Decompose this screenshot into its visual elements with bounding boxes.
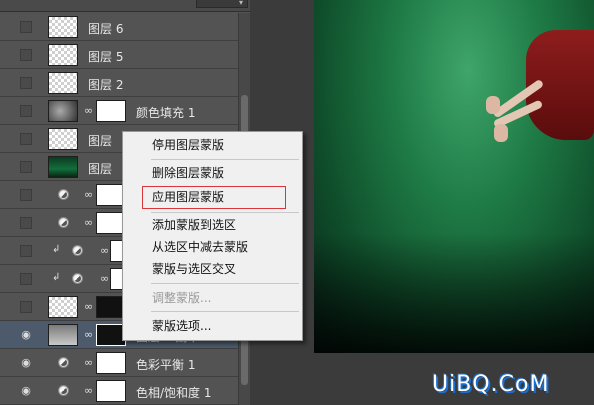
- eye-icon[interactable]: ◉: [18, 383, 34, 399]
- layer-name: 图层: [88, 162, 113, 176]
- menu-item-add-mask-to-selection[interactable]: 添加蒙版到选区: [123, 215, 302, 235]
- layer-name: 图层 2: [88, 78, 124, 92]
- mask-thumbnail[interactable]: [96, 100, 126, 122]
- visibility-toggle[interactable]: [20, 189, 32, 201]
- adjustment-layer-icon: [58, 217, 69, 228]
- link-icon[interactable]: ∞: [84, 104, 93, 118]
- layer-thumbnail: [48, 44, 78, 66]
- layer-thumbnail: [48, 100, 78, 122]
- menu-separator: [151, 159, 299, 160]
- link-icon[interactable]: ∞: [84, 384, 93, 398]
- link-icon[interactable]: ∞: [100, 244, 109, 258]
- layer-name: 图层 5: [88, 50, 124, 64]
- menu-item-intersect-mask-with-selection[interactable]: 蒙版与选区交叉: [123, 259, 302, 279]
- layer-name: 颜色填充 1: [136, 106, 196, 120]
- link-icon[interactable]: ∞: [84, 356, 93, 370]
- visibility-toggle[interactable]: [20, 217, 32, 229]
- adjustment-layer-icon: [58, 189, 69, 200]
- layer-thumbnail: [48, 296, 78, 318]
- mask-thumbnail[interactable]: [96, 380, 126, 402]
- visibility-toggle[interactable]: [20, 301, 32, 313]
- menu-item-subtract-mask-from-selection[interactable]: 从选区中减去蒙版: [123, 237, 302, 257]
- clip-arrow-icon: ↲: [52, 244, 61, 255]
- panel-top-bar: ▾: [0, 0, 250, 12]
- hand-shape: [486, 96, 500, 114]
- visibility-toggle[interactable]: [20, 273, 32, 285]
- link-icon[interactable]: ∞: [84, 328, 93, 342]
- document-canvas[interactable]: [314, 0, 594, 353]
- visibility-toggle[interactable]: [20, 133, 32, 145]
- figure-image: [484, 0, 594, 160]
- layer-row[interactable]: ◉ ∞ 色相/饱和度 1: [0, 377, 238, 405]
- visibility-toggle[interactable]: [20, 245, 32, 257]
- site-watermark: UiBQ.CoM: [432, 372, 550, 397]
- menu-item-disable-mask[interactable]: 停用图层蒙版: [123, 135, 302, 155]
- layer-row[interactable]: ◉ ∞ 色彩平衡 1: [0, 349, 238, 377]
- layer-name: 图层 6: [88, 22, 124, 36]
- visibility-toggle[interactable]: [20, 77, 32, 89]
- mask-context-menu: 停用图层蒙版 删除图层蒙版 应用图层蒙版 添加蒙版到选区 从选区中减去蒙版 蒙版…: [122, 131, 303, 341]
- adjustment-layer-icon: [58, 385, 69, 396]
- layer-row[interactable]: 图层 6: [0, 13, 238, 41]
- hand-shape: [494, 124, 508, 142]
- layer-name: 图层: [88, 134, 113, 148]
- layer-row[interactable]: 图层 2: [0, 69, 238, 97]
- menu-separator: [151, 283, 299, 284]
- link-icon[interactable]: ∞: [84, 188, 93, 202]
- adjustment-layer-icon: [72, 273, 83, 284]
- visibility-toggle[interactable]: [20, 161, 32, 173]
- layer-thumbnail: [48, 324, 78, 346]
- menu-item-apply-mask[interactable]: 应用图层蒙版: [123, 187, 302, 207]
- adjustment-layer-icon: [58, 357, 69, 368]
- menu-separator: [151, 311, 299, 312]
- adjustment-layer-icon: [72, 245, 83, 256]
- chevron-down-icon: ▾: [238, 0, 243, 7]
- link-icon[interactable]: ∞: [84, 216, 93, 230]
- layer-thumbnail: [48, 72, 78, 94]
- link-icon[interactable]: ∞: [100, 272, 109, 286]
- menu-item-mask-options[interactable]: 蒙版选项...: [123, 316, 302, 336]
- visibility-toggle[interactable]: [20, 105, 32, 117]
- layer-row[interactable]: 图层 5: [0, 41, 238, 69]
- layer-thumbnail: [48, 128, 78, 150]
- layer-name: 色彩平衡 1: [136, 358, 196, 372]
- menu-item-refine-mask: 调整蒙版...: [152, 291, 212, 305]
- layer-thumbnail: [48, 156, 78, 178]
- opacity-field[interactable]: ▾: [196, 0, 248, 8]
- eye-icon[interactable]: ◉: [18, 327, 34, 343]
- layer-thumbnail: [48, 16, 78, 38]
- eye-icon[interactable]: ◉: [18, 355, 34, 371]
- menu-item-delete-mask[interactable]: 删除图层蒙版: [123, 163, 302, 183]
- layer-row[interactable]: ∞ 颜色填充 1: [0, 97, 238, 125]
- visibility-toggle[interactable]: [20, 21, 32, 33]
- menu-separator: [151, 212, 299, 213]
- clip-arrow-icon: ↲: [52, 272, 61, 283]
- mask-thumbnail[interactable]: [96, 352, 126, 374]
- visibility-toggle[interactable]: [20, 49, 32, 61]
- layer-name: 色相/饱和度 1: [136, 386, 212, 400]
- link-icon[interactable]: ∞: [84, 300, 93, 314]
